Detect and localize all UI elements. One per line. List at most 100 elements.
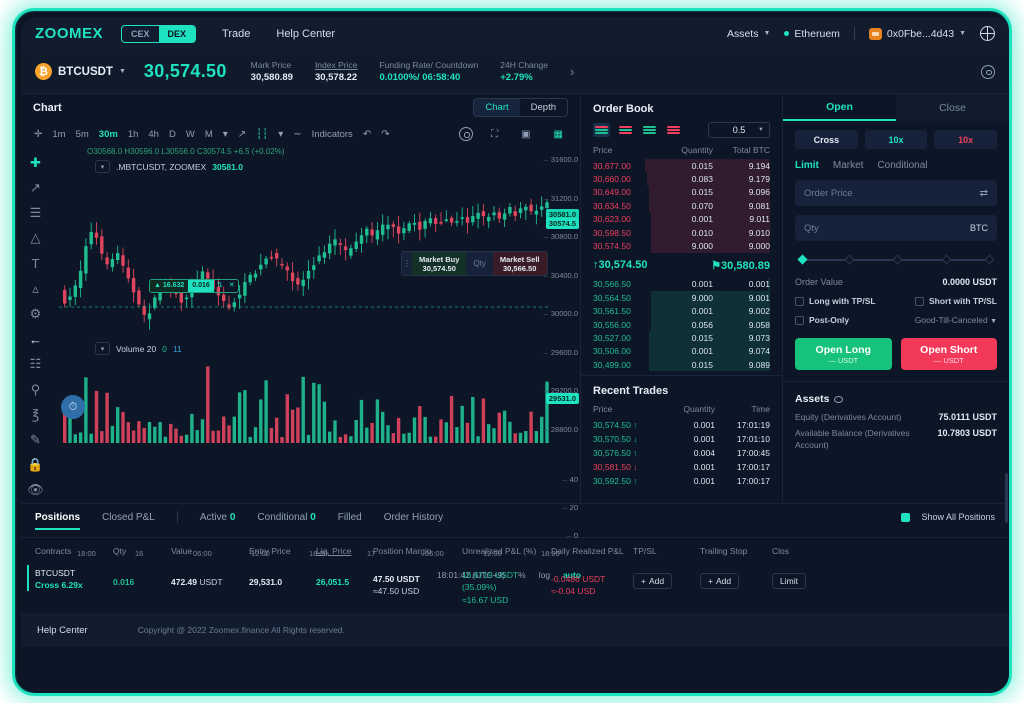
ruler-icon[interactable]: ☷ xyxy=(23,352,49,377)
open-close-tabs[interactable]: Open Close xyxy=(783,94,1009,121)
grouped-icon[interactable] xyxy=(665,123,682,137)
brand-logo[interactable]: ZOOMEX xyxy=(35,25,103,42)
chevron-right-icon[interactable]: › xyxy=(570,64,574,79)
short-tpsl-group[interactable]: Short with TP/SL xyxy=(915,296,997,306)
add-indicator-icon[interactable]: ∼ xyxy=(288,129,306,140)
chart-depth-toggle[interactable]: Chart Depth xyxy=(473,98,568,117)
swap-icon[interactable]: ⇄ xyxy=(980,188,988,199)
long-leverage-button[interactable]: 10x xyxy=(864,130,928,149)
line-chart-type-icon[interactable]: ↗ xyxy=(233,129,251,140)
show-all-positions-toggle[interactable]: Show All Positions xyxy=(901,512,995,522)
dex-option[interactable]: DEX xyxy=(158,25,196,42)
nav-help-center[interactable]: Help Center xyxy=(276,28,335,40)
arrow-icon[interactable]: ← xyxy=(23,327,49,352)
network-selector[interactable]: Etheruem xyxy=(784,28,840,40)
short-tpsl-checkbox[interactable] xyxy=(915,296,924,306)
slider-tick-25[interactable] xyxy=(844,254,854,265)
order-book-row[interactable]: 30,677.00 0.015 9.194 xyxy=(581,159,782,173)
scrollbar[interactable] xyxy=(1005,473,1008,523)
order-book-row[interactable]: 30,660.00 0.083 9.179 xyxy=(581,172,782,186)
slider-handle[interactable] xyxy=(797,254,808,265)
redo-icon[interactable]: ↷ xyxy=(376,129,394,140)
open-short-button[interactable]: Open Short — USDT xyxy=(900,338,997,370)
order-book-row[interactable]: 30,506.00 0.001 9.074 xyxy=(581,344,782,359)
order-book-bids[interactable]: 30,566.50 0.001 0.001 30,564.50 9.000 9.001 30… xyxy=(581,277,782,372)
market-buy-cell[interactable]: Market Buy 30,574.50 xyxy=(412,252,467,275)
position-marker[interactable]: ▲ 16.632 0.016 ⇅ ✕ xyxy=(149,279,239,293)
recent-trades-list[interactable]: 30,574.50 ↑ 0.001 17:01:19 30,570.50 ↓ 0.001… xyxy=(581,418,782,488)
show-all-positions-checkbox[interactable] xyxy=(901,512,911,522)
slider-tick-50[interactable] xyxy=(892,254,903,265)
tab-filled[interactable]: Filled xyxy=(338,512,362,523)
slider-tick-75[interactable] xyxy=(941,254,951,265)
tab-conditional[interactable]: Conditional 0 xyxy=(257,512,315,523)
timeframe-1h[interactable]: 1h xyxy=(123,127,144,142)
order-book-row[interactable]: 30,561.50 0.001 9.002 xyxy=(581,304,782,318)
add-trailing-stop-button[interactable]: + Add xyxy=(700,573,740,589)
eye-icon[interactable] xyxy=(834,395,844,403)
tab-depth[interactable]: Depth xyxy=(520,99,567,116)
tab-positions[interactable]: Positions xyxy=(35,512,81,530)
footer-help-center[interactable]: Help Center xyxy=(37,625,88,636)
indicators-button[interactable]: Indicators xyxy=(307,127,358,142)
order-book-row[interactable]: 30,649.00 0.015 9.096 xyxy=(581,185,782,200)
close-icon[interactable]: ✕ xyxy=(226,280,238,292)
open-long-button[interactable]: Open Long — USDT xyxy=(795,338,892,370)
shapes-icon[interactable]: △ xyxy=(23,226,49,251)
margin-mode-button[interactable]: Cross xyxy=(795,130,858,149)
bids-only-icon[interactable] xyxy=(641,123,658,137)
zoom-icon[interactable]: ⚲ xyxy=(23,377,49,402)
tab-chart[interactable]: Chart xyxy=(474,99,520,116)
undo-icon[interactable]: ↶ xyxy=(358,129,376,140)
timeframe-w[interactable]: W xyxy=(181,127,200,142)
order-book-row[interactable]: 30,527.00 0.015 9.073 xyxy=(581,331,782,345)
post-only-checkbox[interactable] xyxy=(795,315,804,325)
both-sides-icon[interactable] xyxy=(593,123,610,137)
tick-size-selector[interactable]: 0.5 ▼ xyxy=(708,122,770,138)
order-book-row[interactable]: 30,574.50 9.000 9.000 xyxy=(581,239,782,253)
fib-retracement-icon[interactable]: ☰ xyxy=(23,200,49,225)
order-book-row[interactable]: 30,634.50 0.070 9.081 xyxy=(581,199,782,213)
order-book-row[interactable]: 30,564.50 9.000 9.001 xyxy=(581,291,782,305)
timeframe-30m[interactable]: 30m xyxy=(94,127,123,142)
wallet-button[interactable]: 0x0Fbe...4d43 ▼ xyxy=(868,27,966,40)
camera-icon[interactable]: ▣ xyxy=(516,129,535,140)
reverse-icon[interactable]: ⇅ xyxy=(214,280,226,292)
order-book-asks[interactable]: 30,677.00 0.015 9.194 30,660.00 0.083 9.179 30… xyxy=(581,159,782,253)
tab-order-history[interactable]: Order History xyxy=(384,512,443,523)
chevron-down-icon[interactable]: ▾ xyxy=(273,129,288,140)
order-price-field[interactable]: Order Price ⇄ xyxy=(795,180,997,206)
eye-icon[interactable]: 👁 xyxy=(23,478,49,503)
quantity-slider[interactable] xyxy=(797,254,995,265)
layout-icon[interactable]: ▦ xyxy=(549,129,568,140)
chart-plot-area[interactable]: O30568.0 H30596.0 L30556.0 C30574.5 +6.5… xyxy=(51,147,581,503)
long-tpsl-checkbox[interactable] xyxy=(795,296,804,306)
order-book-row[interactable]: 30,566.50 0.001 0.001 xyxy=(581,277,782,292)
timeframe-4h[interactable]: 4h xyxy=(143,127,164,142)
tab-close[interactable]: Close xyxy=(896,94,1009,121)
table-row[interactable]: BTCUSDT Cross 6.29x 0.016 472.49 USDT 29… xyxy=(21,556,1009,606)
overlay-qty-label[interactable]: Qty xyxy=(466,252,493,275)
text-icon[interactable]: T xyxy=(23,251,49,276)
cex-option[interactable]: CEX xyxy=(122,26,159,42)
order-book-row[interactable]: 30,556.00 0.056 9.058 xyxy=(581,317,782,332)
cex-dex-toggle[interactable]: CEX DEX xyxy=(121,24,197,43)
chevron-down-icon[interactable]: ▾ xyxy=(218,129,233,140)
chevron-down-icon[interactable]: ▾ xyxy=(95,342,110,355)
tab-closed-pnl[interactable]: Closed P&L xyxy=(102,512,155,523)
fullscreen-icon[interactable]: ⛶ xyxy=(486,129,503,140)
price-axis[interactable]: 31600.0 31200.0 30800.0 30400.0 30000.0 29600… xyxy=(534,147,580,457)
crosshair-icon[interactable]: ✛ xyxy=(29,129,47,140)
timeframe-1m[interactable]: 1m xyxy=(47,127,70,142)
slider-tick-100[interactable] xyxy=(984,254,995,265)
nav-trade[interactable]: Trade xyxy=(222,28,250,40)
market-buy-sell-overlay[interactable]: ⋮ Market Buy 30,574.50 Qty Market Sell 3… xyxy=(401,251,548,276)
crosshair-icon[interactable]: ✚ xyxy=(23,150,49,175)
timeframe-m[interactable]: M xyxy=(200,127,218,142)
order-book-row[interactable]: 30,499.00 0.015 9.089 xyxy=(581,358,782,372)
timeframe-d[interactable]: D xyxy=(164,127,181,142)
order-type-conditional[interactable]: Conditional xyxy=(877,160,927,171)
quantity-field[interactable]: Qty BTC xyxy=(795,215,997,241)
globe-icon[interactable] xyxy=(980,26,995,41)
eraser-icon[interactable]: ✎ xyxy=(23,427,49,452)
